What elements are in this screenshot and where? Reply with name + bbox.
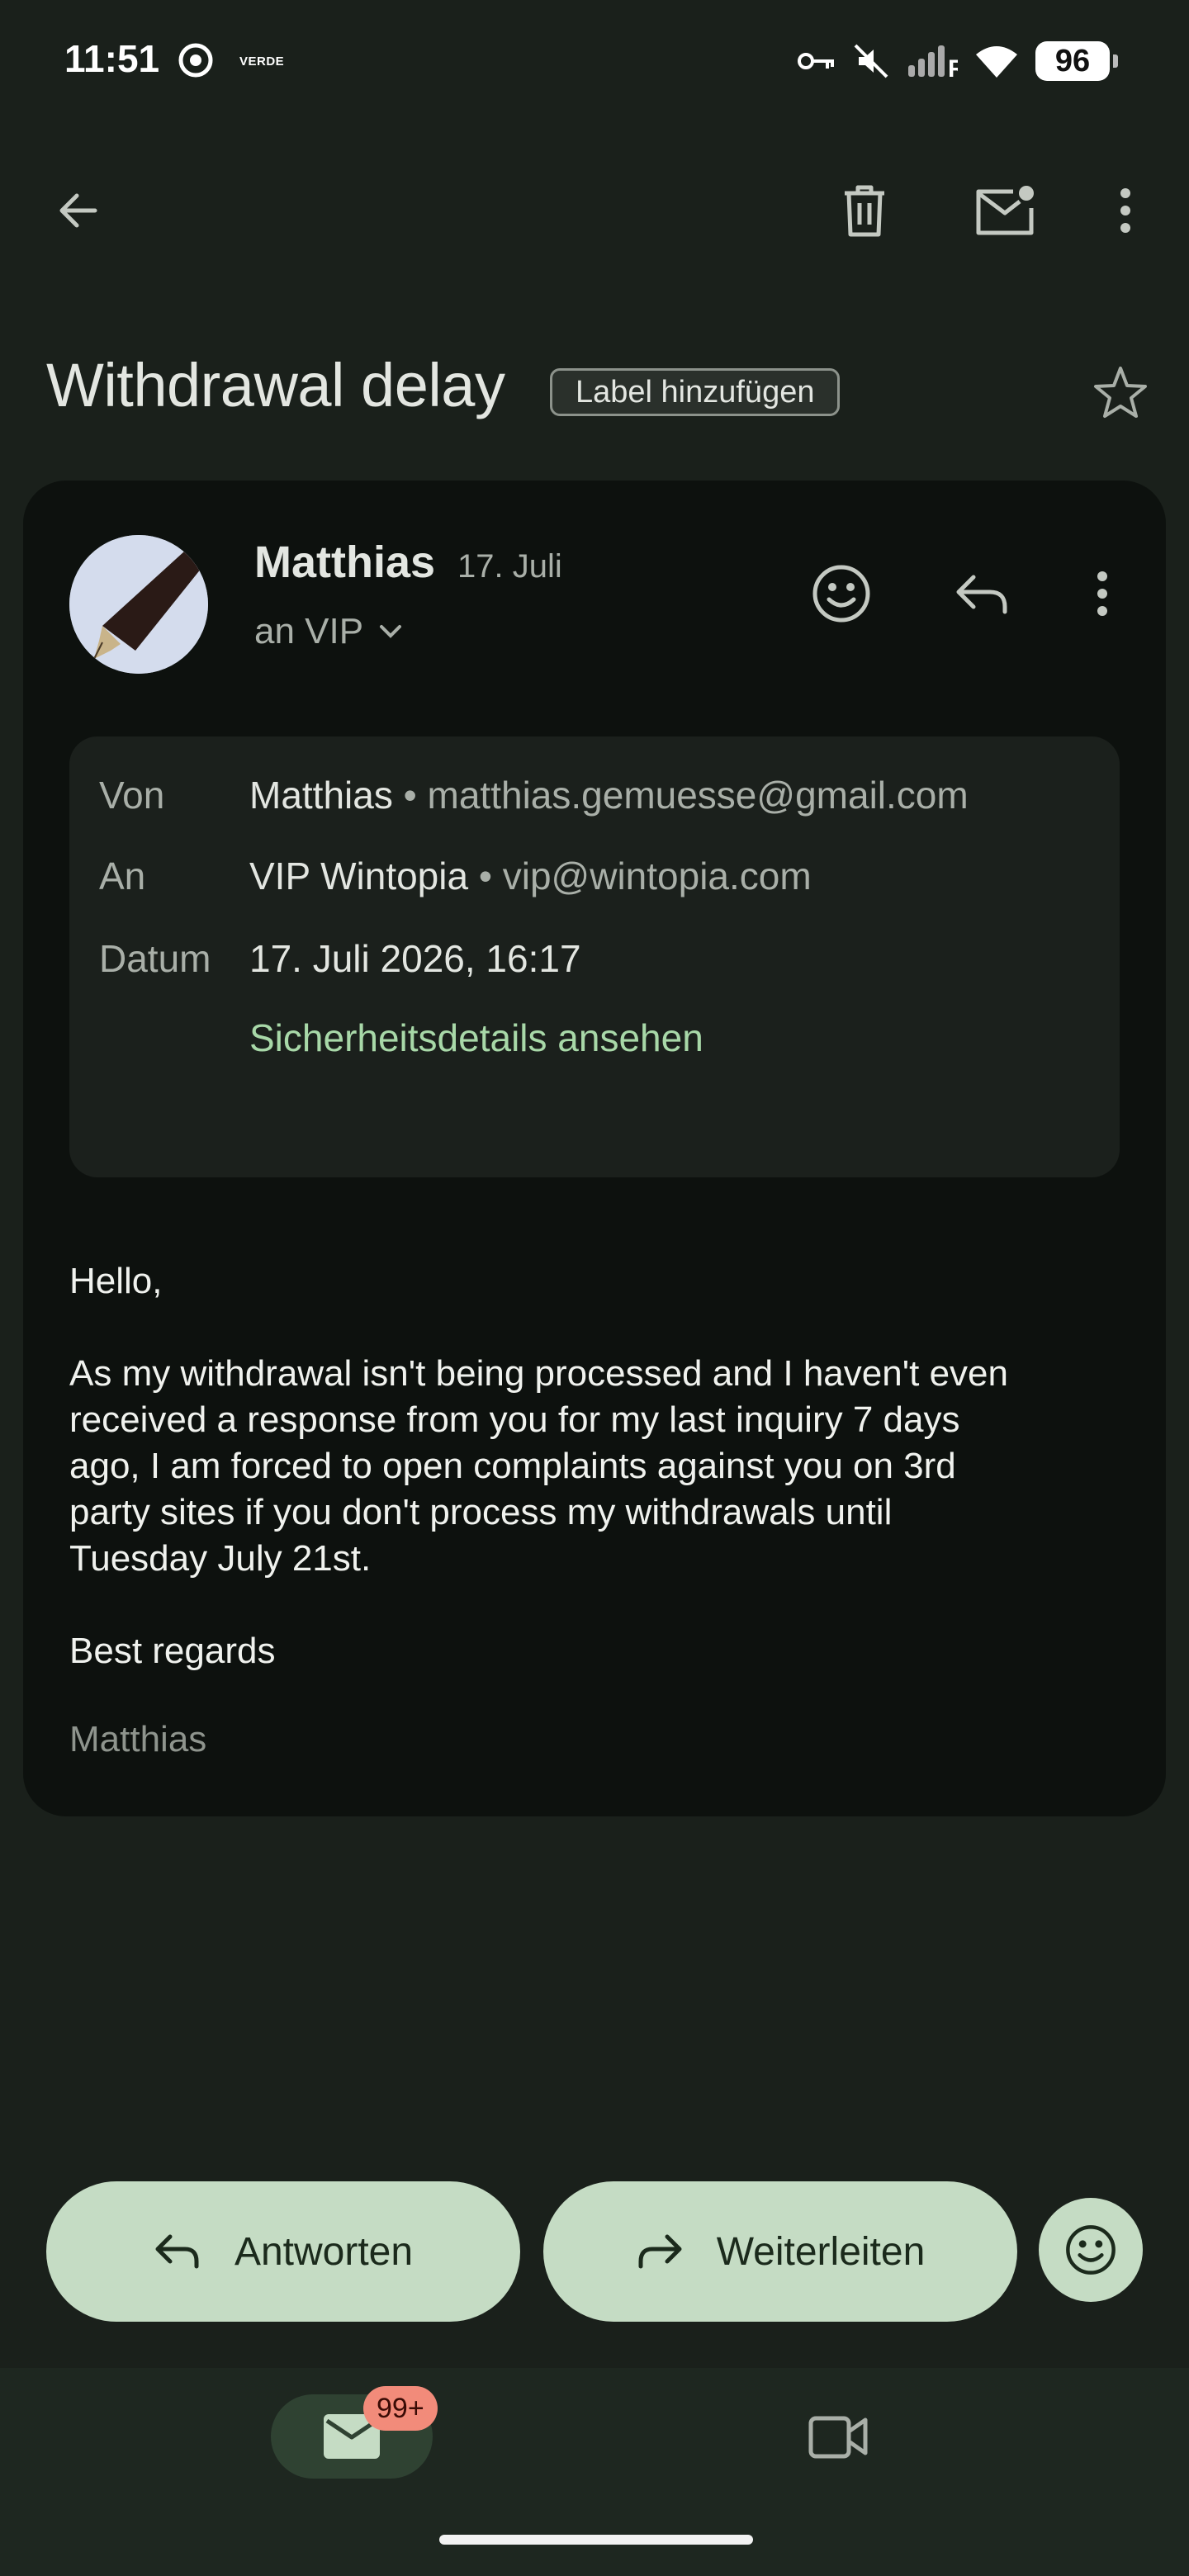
from-value: Matthias • matthias.gemuesse@gmail.com — [249, 774, 969, 817]
reply-icon — [155, 2234, 199, 2269]
body-closing: Best regards — [69, 1631, 276, 1671]
reply-button[interactable]: Antworten — [46, 2181, 520, 2322]
sender-avatar[interactable] — [69, 535, 208, 674]
signature: Matthias — [69, 1719, 207, 1759]
battery-indicator: 96 — [1035, 41, 1118, 81]
more-options-button[interactable] — [1088, 173, 1163, 248]
recipient-toggle[interactable]: an VIP — [254, 611, 403, 652]
message-more-button[interactable] — [1065, 556, 1139, 631]
star-button[interactable] — [1083, 355, 1158, 429]
forward-button[interactable]: Weiterleiten — [543, 2181, 1017, 2322]
from-label: Von — [99, 774, 165, 817]
chevron-down-icon — [380, 625, 402, 638]
svg-text:R: R — [948, 55, 958, 80]
key-icon — [798, 53, 834, 69]
forward-icon — [638, 2234, 682, 2269]
to-label: An — [99, 855, 146, 897]
add-label-chip[interactable]: Label hinzufügen — [550, 368, 841, 416]
body-line: ago, I am forced to open complaints agai… — [69, 1446, 956, 1486]
emoji-reply-button[interactable] — [1039, 2198, 1143, 2302]
unread-count-badge: 99+ — [363, 2386, 438, 2431]
star-outline-icon — [1094, 367, 1147, 418]
body-line: Tuesday July 21st. — [69, 1538, 372, 1579]
carrier-logo: VERDE — [239, 54, 285, 69]
signal-icon: R — [908, 45, 958, 80]
body-greeting: Hello, — [69, 1261, 163, 1301]
bottom-navigation — [0, 2368, 1189, 2576]
security-details-link[interactable]: Sicherheitsdetails ansehen — [249, 1016, 703, 1060]
delete-button[interactable] — [827, 173, 902, 248]
sender-name: Matthias — [254, 537, 436, 587]
wifi-icon — [976, 46, 1017, 78]
to-name: VIP Wintopia — [249, 855, 469, 897]
to-value: VIP Wintopia • vip@wintopia.com — [249, 855, 812, 897]
date-label: Datum — [99, 937, 211, 980]
status-icons: R 96 — [798, 38, 1118, 84]
recipient-label: an VIP — [254, 611, 364, 651]
home-indicator[interactable] — [439, 2535, 753, 2545]
more-vert-icon — [1120, 188, 1130, 233]
status-time: 11:51 — [64, 37, 160, 80]
email-subject: Withdrawal delay — [46, 351, 505, 419]
email-date: 17. Juli — [457, 548, 562, 585]
mail-unread-icon — [976, 186, 1034, 235]
from-name: Matthias — [249, 774, 393, 817]
nav-meet-tab[interactable] — [801, 2399, 875, 2474]
mute-icon — [854, 44, 888, 78]
reply-label: Antworten — [234, 2229, 414, 2274]
forward-label: Weiterleiten — [716, 2229, 926, 2274]
body-line: party sites if you don't process my with… — [69, 1492, 893, 1532]
body-line: received a response from you for my last… — [69, 1399, 960, 1440]
fountain-pen-avatar-image — [69, 535, 208, 674]
to-email[interactable]: vip@wintopia.com — [503, 855, 812, 897]
emoji-reaction-button[interactable] — [804, 556, 879, 631]
emoji-icon — [1066, 2225, 1116, 2275]
mark-unread-button[interactable] — [968, 173, 1042, 248]
emoji-icon — [812, 565, 870, 623]
body-line: As my withdrawal isn't being processed a… — [69, 1353, 1008, 1394]
reply-icon-button[interactable] — [945, 556, 1019, 631]
arrow-left-icon — [59, 193, 97, 228]
from-email[interactable]: matthias.gemuesse@gmail.com — [428, 774, 969, 817]
reply-icon — [956, 575, 1007, 614]
more-vert-icon — [1097, 571, 1107, 616]
back-button[interactable] — [41, 173, 116, 248]
chrome-icon — [178, 43, 213, 78]
video-icon — [808, 2416, 868, 2459]
trash-icon — [845, 185, 884, 237]
body-paragraph: As my withdrawal isn't being processed a… — [69, 1351, 1110, 1582]
date-value: 17. Juli 2026, 16:17 — [249, 937, 581, 980]
